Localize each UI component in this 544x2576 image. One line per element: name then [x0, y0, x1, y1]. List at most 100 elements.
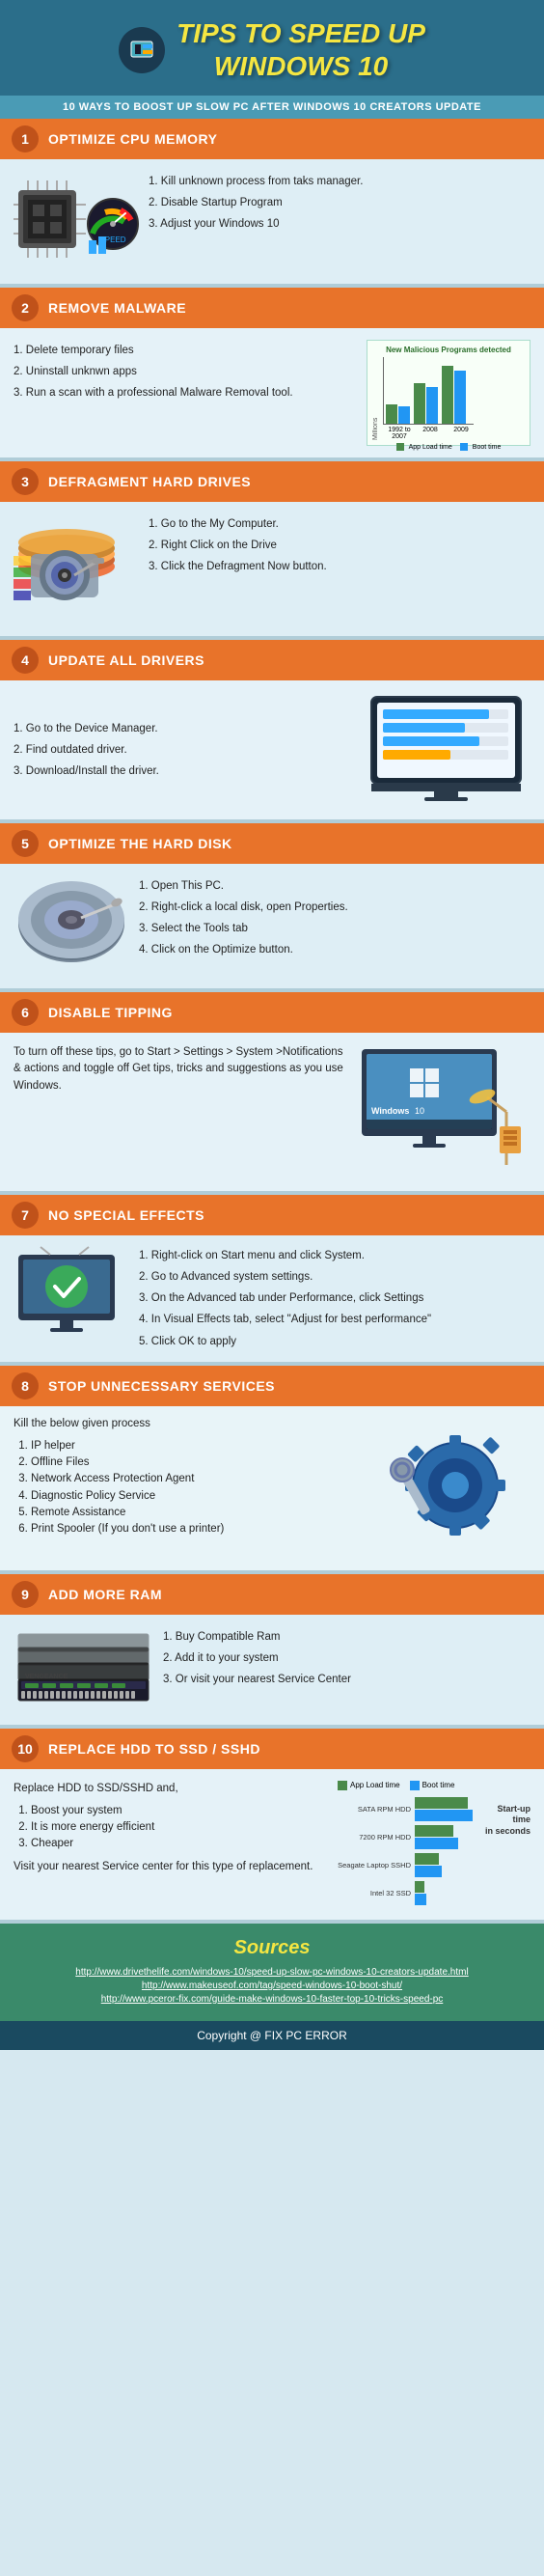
section-10: 10 REPLACE HDD TO SSD / SSHD Replace HDD…	[0, 1729, 544, 1920]
optimize-hdd-image	[14, 875, 129, 977]
section-6-number: 6	[12, 999, 39, 1026]
tip-item: Right Click on the Drive	[149, 535, 530, 556]
section-2-number: 2	[12, 294, 39, 321]
tip-item: On the Advanced tab under Performance, c…	[139, 1288, 530, 1309]
section-5-tips: Open This PC. Right-click a local disk, …	[139, 875, 530, 960]
section-8-text: Kill the below given process IP helper O…	[14, 1416, 371, 1538]
section-10-text: Replace HDD to SSD/SSHD and, Boost your …	[14, 1781, 328, 1875]
tv-check-image	[14, 1245, 129, 1346]
sources-section: Sources http://www.drivethelife.com/wind…	[0, 1924, 544, 2021]
section-7-content: Right-click on Start menu and click Syst…	[0, 1235, 544, 1361]
section-1-number: 1	[12, 125, 39, 152]
service-item: Remote Assistance	[31, 1505, 371, 1521]
source-link-3[interactable]: http://www.pceror-fix.com/guide-make-win…	[14, 1994, 530, 2005]
tip-item: In Visual Effects tab, select "Adjust fo…	[139, 1309, 530, 1330]
tip-item: Download/Install the driver.	[14, 761, 352, 782]
section-9-header: 9 ADD MORE RAM	[0, 1574, 544, 1615]
svg-text:10: 10	[415, 1106, 424, 1116]
section-5: 5 OPTIMIZE THE HARD DISK Open This PC.	[0, 823, 544, 988]
footer-text: Copyright @ FIX PC ERROR	[197, 2029, 347, 2042]
section-6-header: 6 DISABLE TIPPING	[0, 992, 544, 1033]
section-1-content: SPEED Kill unknown process from taks man…	[0, 159, 544, 284]
section-3-content: Go to the My Computer. Right Click on th…	[0, 502, 544, 636]
tip-item: Right-click on Start menu and click Syst…	[139, 1245, 530, 1266]
tip-item: Buy Compatible Ram	[163, 1626, 530, 1648]
header: TIPS TO SPEED UP WINDOWS 10	[0, 0, 544, 96]
sources-title: Sources	[14, 1937, 530, 1959]
ssd-tip: Boost your system	[31, 1803, 328, 1819]
section-4-content: Go to the Device Manager. Find outdated …	[0, 680, 544, 819]
section-8: 8 STOP UNNECESSARY SERVICES Kill the bel…	[0, 1366, 544, 1570]
section-9-title: ADD MORE RAM	[48, 1587, 162, 1602]
tip-item: Or visit your nearest Service Center	[163, 1669, 530, 1690]
subtitle-bar: 10 WAYS TO BOOST UP SLOW PC AFTER WINDOW…	[0, 96, 544, 119]
section-6-text: To turn off these tips, go to Start > Se…	[14, 1044, 347, 1094]
ram-image: VENGEANCE	[14, 1626, 153, 1713]
section-4: 4 UPDATE ALL DRIVERS Go to the Device Ma…	[0, 640, 544, 819]
section-3-title: DEFRAGMENT HARD DRIVES	[48, 474, 251, 489]
section-4-number: 4	[12, 647, 39, 674]
ssd-tip: Cheaper	[31, 1836, 328, 1852]
source-link-2[interactable]: http://www.makeuseof.com/tag/speed-windo…	[14, 1980, 530, 1991]
service-item: Diagnostic Policy Service	[31, 1488, 371, 1505]
section-8-number: 8	[12, 1372, 39, 1399]
section-3-header: 3 DEFRAGMENT HARD DRIVES	[0, 461, 544, 502]
windows10-image: Windows 10	[357, 1044, 530, 1179]
section-4-header: 4 UPDATE ALL DRIVERS	[0, 640, 544, 680]
section-3-tips: Go to the My Computer. Right Click on th…	[149, 513, 530, 577]
tip-item: Delete temporary files	[14, 340, 357, 361]
tip-item: Select the Tools tab	[139, 918, 530, 939]
source-link-1[interactable]: http://www.drivethelife.com/windows-10/s…	[14, 1967, 530, 1978]
section-8-content: Kill the below given process IP helper O…	[0, 1406, 544, 1570]
section-4-title: UPDATE ALL DRIVERS	[48, 652, 204, 668]
tip-item: Run a scan with a professional Malware R…	[14, 382, 357, 403]
tip-item: Right-click a local disk, open Propertie…	[139, 897, 530, 918]
section-3: 3 DEFRAGMENT HARD DRIVES	[0, 461, 544, 636]
tip-item: Go to Advanced system settings.	[139, 1266, 530, 1288]
tip-item: Click the Defragment Now button.	[149, 556, 530, 577]
section-5-title: OPTIMIZE THE HARD DISK	[48, 836, 232, 851]
section-5-content: Open This PC. Right-click a local disk, …	[0, 864, 544, 988]
header-icon	[119, 27, 165, 73]
tip-item: Kill unknown process from taks manager.	[149, 171, 530, 192]
tip-item: Find outdated driver.	[14, 739, 352, 761]
section-1-title: OPTIMIZE CPU MEMORY	[48, 131, 217, 147]
section-10-header: 10 REPLACE HDD TO SSD / SSHD	[0, 1729, 544, 1769]
service-item: Print Spooler (If you don't use a printe…	[31, 1521, 371, 1537]
tip-item: Click OK to apply	[139, 1331, 530, 1352]
ssd-chart: App Load time Boot time SATA RPM HDD	[338, 1781, 530, 1908]
section-10-number: 10	[12, 1735, 39, 1762]
section-1: 1 OPTIMIZE CPU MEMORY	[0, 119, 544, 284]
section-1-header: 1 OPTIMIZE CPU MEMORY	[0, 119, 544, 159]
tip-item: Open This PC.	[139, 875, 530, 897]
monitor-image	[362, 692, 530, 808]
section-3-number: 3	[12, 468, 39, 495]
section-6-title: DISABLE TIPPING	[48, 1005, 173, 1020]
section-9-number: 9	[12, 1581, 39, 1608]
section-7-number: 7	[12, 1202, 39, 1229]
ssd-tip: It is more energy efficient	[31, 1819, 328, 1836]
section-6-content: To turn off these tips, go to Start > Se…	[0, 1033, 544, 1191]
section-9-tips: Buy Compatible Ram Add it to your system…	[163, 1626, 530, 1690]
section-6: 6 DISABLE TIPPING To turn off these tips…	[0, 992, 544, 1191]
section-7-tips: Right-click on Start menu and click Syst…	[139, 1245, 530, 1351]
service-item: Offline Files	[31, 1454, 371, 1471]
cpu-image: SPEED	[14, 171, 139, 272]
section-10-content: Replace HDD to SSD/SSHD and, Boost your …	[0, 1769, 544, 1920]
section-7: 7 NO SPECIAL EFFECTS Right-click on	[0, 1195, 544, 1361]
section-8-title: STOP UNNECESSARY SERVICES	[48, 1378, 275, 1394]
section-2-tips: Delete temporary files Uninstall unknwn …	[14, 340, 357, 403]
section-2: 2 REMOVE MALWARE Delete temporary files …	[0, 288, 544, 457]
header-title: TIPS TO SPEED UP WINDOWS 10	[177, 17, 425, 82]
section-7-title: NO SPECIAL EFFECTS	[48, 1207, 204, 1223]
section-5-header: 5 OPTIMIZE THE HARD DISK	[0, 823, 544, 864]
section-8-header: 8 STOP UNNECESSARY SERVICES	[0, 1366, 544, 1406]
tip-item: Adjust your Windows 10	[149, 213, 530, 235]
hdd-image	[14, 513, 139, 624]
tip-item: Disable Startup Program	[149, 192, 530, 213]
section-9-content: VENGEANCE Buy Compatible Ram Add it to y…	[0, 1615, 544, 1725]
tip-item: Click on the Optimize button.	[139, 939, 530, 960]
section-9: 9 ADD MORE RAM	[0, 1574, 544, 1725]
footer: Copyright @ FIX PC ERROR	[0, 2021, 544, 2050]
gear-image	[381, 1416, 530, 1561]
